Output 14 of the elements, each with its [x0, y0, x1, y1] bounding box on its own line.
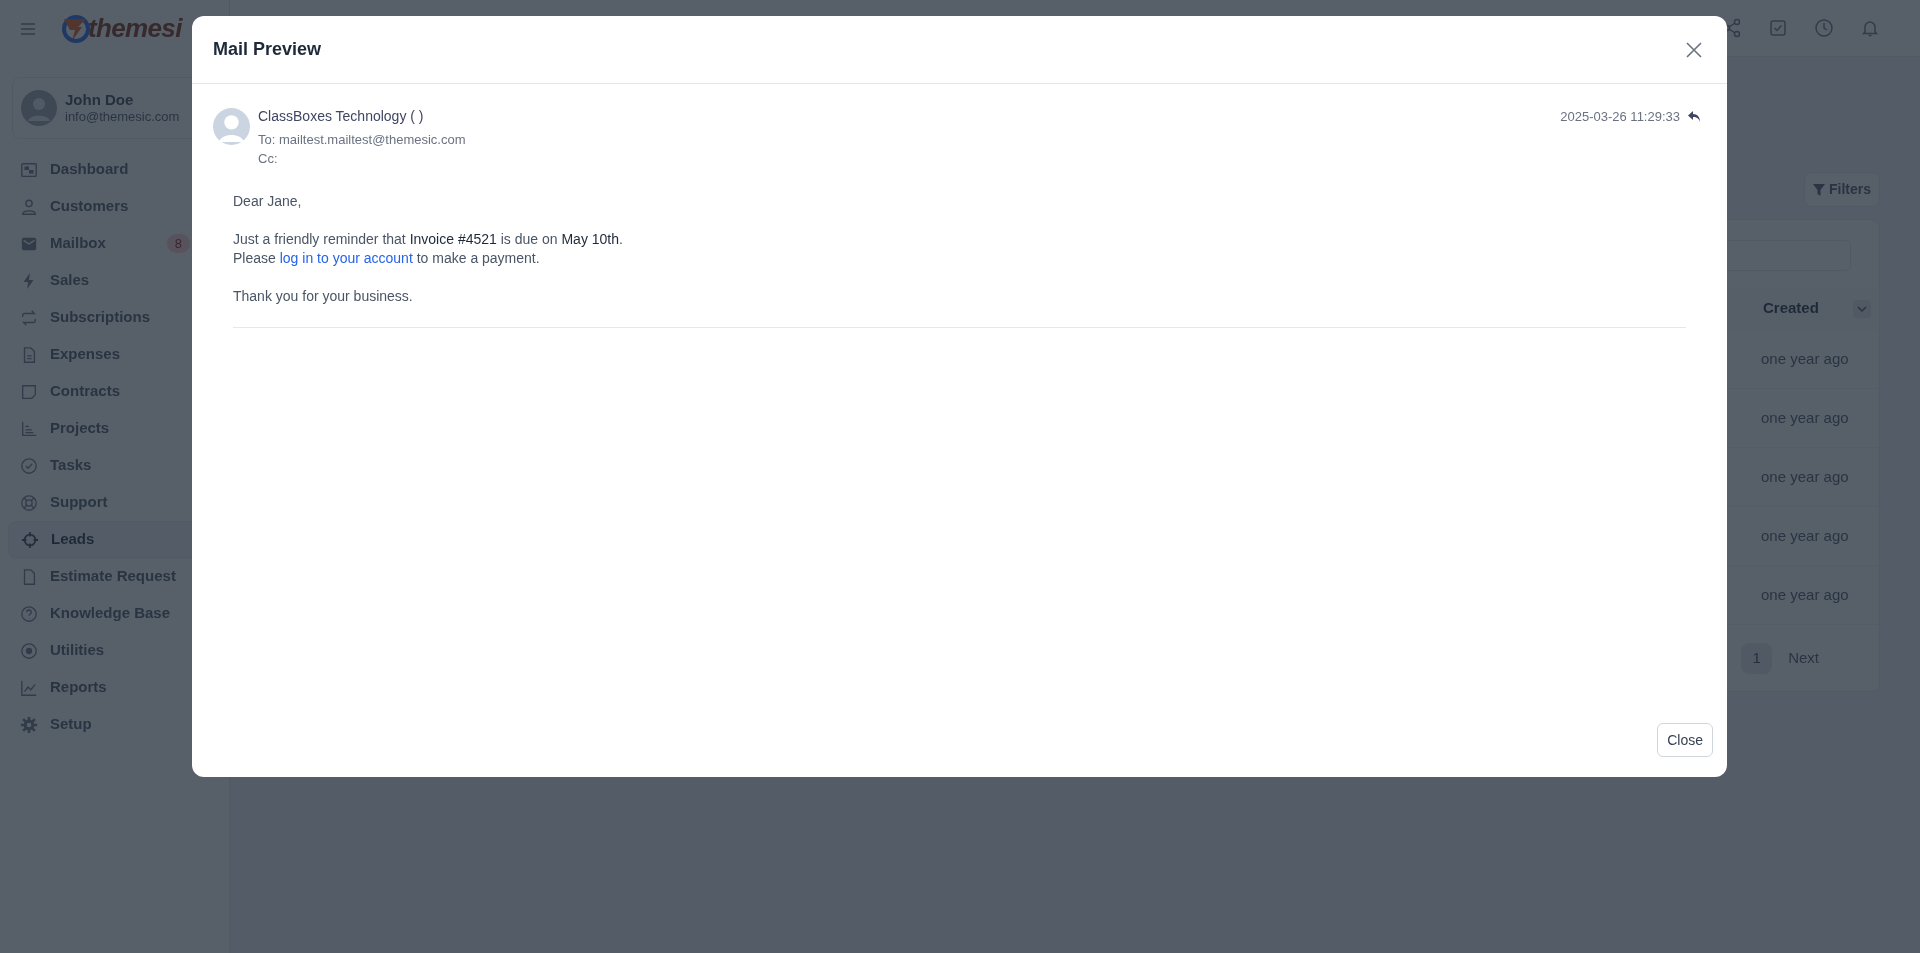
mail-paragraph: Thank you for your business.: [233, 287, 414, 306]
dialog-title: Mail Preview: [213, 38, 322, 61]
close-button[interactable]: Close: [1657, 723, 1713, 757]
mail-date: 2025-03-26 11:29:33: [1560, 108, 1680, 125]
logo-text: themesi: [88, 12, 182, 45]
avatar-icon: [213, 108, 250, 145]
close-icon[interactable]: [1686, 41, 1702, 58]
mail-paragraph: Dear Jane,: [233, 192, 303, 211]
sender-name: ClassBoxes Technology ( ): [258, 108, 424, 126]
mail-recipient: To: mailtest.mailtest@themesic.com: [258, 131, 467, 148]
reply-icon[interactable]: [1688, 110, 1701, 123]
mail-paragraph: Just a friendly reminder that Invoice #4521 is due on May 10th. Please log in to your account to make a payment.: [233, 230, 624, 268]
account-link[interactable]: log in to your account: [279, 250, 413, 266]
mail-cc: Cc:: [258, 150, 279, 167]
